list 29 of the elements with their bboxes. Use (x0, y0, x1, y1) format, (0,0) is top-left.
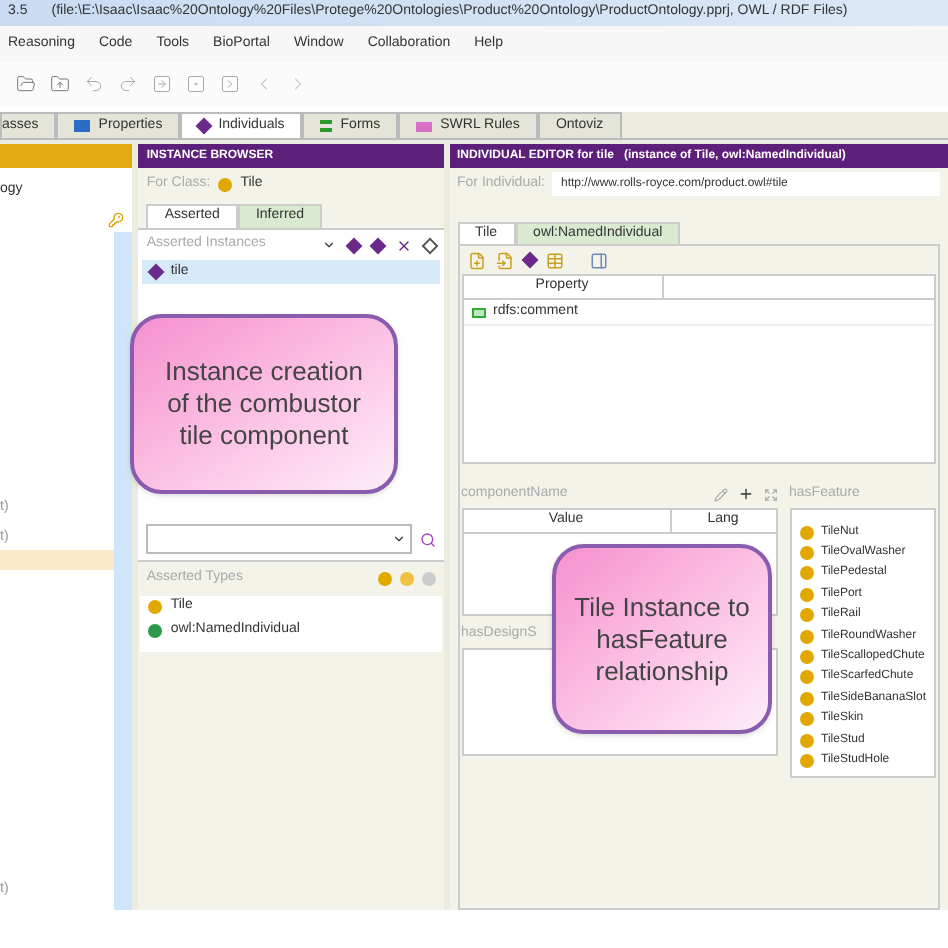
square-icon[interactable] (186, 74, 206, 94)
search-icon[interactable] (419, 531, 436, 547)
new-file-icon[interactable] (467, 251, 486, 269)
panel-header (0, 144, 133, 168)
class-icon (148, 600, 163, 614)
scrollbar[interactable] (114, 232, 133, 910)
list-icon (320, 120, 333, 132)
folder-icon[interactable] (16, 74, 36, 94)
expand-icon[interactable] (763, 487, 778, 501)
import-file-icon[interactable] (495, 251, 514, 269)
redo-icon[interactable] (118, 74, 138, 94)
folder-icon[interactable] (50, 74, 70, 94)
dropdown-icon[interactable] (391, 532, 406, 546)
callout: Instance creation of the combustor tile component (130, 314, 398, 494)
diamond-outline-icon[interactable] (420, 236, 438, 254)
class-icon (399, 571, 414, 585)
key-icon[interactable] (108, 212, 125, 228)
pencil-icon[interactable] (713, 487, 728, 501)
annotation-icon (471, 307, 486, 317)
square-icon (74, 120, 91, 132)
globe-icon (148, 624, 163, 638)
table-icon[interactable] (545, 251, 564, 269)
class-icon (218, 177, 233, 191)
delete-icon[interactable] (395, 237, 412, 253)
undo-icon[interactable] (84, 74, 104, 94)
panel-icon[interactable] (589, 251, 608, 269)
callout: Tile Instance to hasFeature relationship (552, 544, 772, 734)
dropdown-icon[interactable] (321, 238, 336, 252)
square-chevron-icon[interactable] (220, 74, 240, 94)
